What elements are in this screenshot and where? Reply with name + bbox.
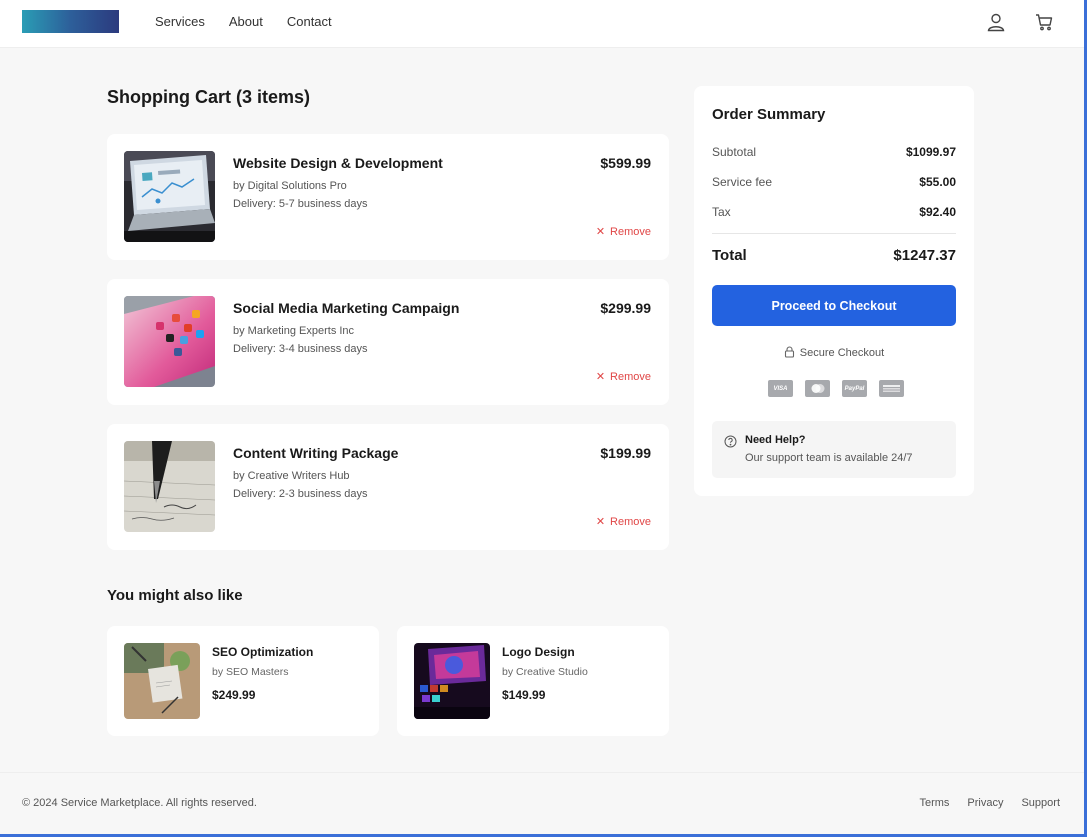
cart-item-price: $299.99 (600, 300, 651, 316)
summary-row-value: $1099.97 (905, 145, 956, 159)
summary-divider (712, 233, 956, 234)
close-icon: ✕ (595, 371, 606, 383)
total-value: $1247.37 (893, 247, 956, 264)
user-icon[interactable] (986, 12, 1006, 32)
seo-thumbnail (124, 643, 200, 719)
summary-total: Total $1247.37 (712, 247, 956, 264)
summary-row-subtotal: Subtotal $1099.97 (712, 145, 956, 159)
cart-item-name[interactable]: Content Writing Package (233, 445, 398, 461)
cart-item-vendor: by Creative Writers Hub (233, 470, 350, 482)
amex-icon (879, 380, 904, 397)
footer-links: Terms Privacy Support (919, 797, 1060, 809)
summary-row-value: $55.00 (919, 175, 956, 189)
help-title: Need Help? (745, 434, 806, 446)
cart-icon[interactable] (1034, 12, 1054, 32)
footer-terms-link[interactable]: Terms (919, 797, 949, 809)
site-footer: © 2024 Service Marketplace. All rights r… (0, 772, 1084, 834)
cart-title: Shopping Cart (3 items) (107, 87, 311, 107)
social-media-thumbnail[interactable] (124, 296, 215, 387)
logo-design-thumbnail (414, 643, 490, 719)
help-icon (724, 435, 737, 448)
suggestion-name: Logo Design (502, 645, 575, 659)
summary-row-value: $92.40 (919, 205, 956, 219)
cart-item-price: $599.99 (600, 155, 651, 171)
remove-label: Remove (610, 371, 651, 383)
payment-methods: VISA PayPal (768, 380, 904, 397)
help-box: Need Help? Our support team is available… (712, 421, 956, 478)
copyright-text: © 2024 Service Marketplace. All rights r… (22, 797, 257, 809)
content-writing-thumbnail[interactable] (124, 441, 215, 532)
footer-privacy-link[interactable]: Privacy (967, 797, 1003, 809)
summary-row-label: Subtotal (712, 145, 757, 159)
close-icon: ✕ (595, 226, 606, 238)
cart-item-delivery: Delivery: 5-7 business days (233, 198, 368, 210)
suggestion-price: $149.99 (502, 688, 546, 702)
secure-checkout-note: Secure Checkout (694, 346, 974, 359)
suggestion-vendor: by SEO Masters (212, 666, 289, 678)
summary-row-label: Service fee (712, 175, 773, 189)
cart-item-vendor: by Marketing Experts Inc (233, 325, 355, 337)
cart-item-vendor: by Digital Solutions Pro (233, 180, 347, 192)
brand-logo[interactable] (22, 10, 119, 33)
summary-row-label: Tax (712, 205, 731, 219)
cart-item-list: Website Design & Development by Digital … (107, 134, 669, 569)
proceed-to-checkout-button[interactable]: Proceed to Checkout (712, 285, 956, 326)
nav-services-link[interactable]: Services (155, 14, 205, 29)
visa-icon: VISA (768, 380, 793, 397)
cart-item-delivery: Delivery: 2-3 business days (233, 488, 368, 500)
nav-about-link[interactable]: About (229, 14, 263, 29)
close-icon: ✕ (595, 516, 606, 528)
summary-row-service-fee: Service fee $55.00 (712, 175, 956, 189)
remove-button[interactable]: ✕ Remove (596, 370, 651, 383)
paypal-icon: PayPal (842, 380, 867, 397)
total-label: Total (712, 247, 747, 264)
cart-item-price: $199.99 (600, 445, 651, 461)
nav-contact-link[interactable]: Contact (287, 14, 332, 29)
remove-label: Remove (610, 226, 651, 238)
main-nav: Services About Contact (155, 14, 332, 29)
lock-icon (784, 346, 794, 358)
summary-row-tax: Tax $92.40 (712, 205, 956, 219)
cart-item: Social Media Marketing Campaign by Marke… (107, 279, 669, 405)
website-design-thumbnail[interactable] (124, 151, 215, 242)
suggestion-card[interactable]: SEO Optimization by SEO Masters $249.99 (107, 626, 379, 736)
cart-item: Content Writing Package by Creative Writ… (107, 424, 669, 550)
remove-button[interactable]: ✕ Remove (596, 225, 651, 238)
suggestion-name: SEO Optimization (212, 645, 314, 659)
cart-item-name[interactable]: Website Design & Development (233, 155, 443, 171)
cart-item: Website Design & Development by Digital … (107, 134, 669, 260)
cart-item-delivery: Delivery: 3-4 business days (233, 343, 368, 355)
cart-item-name[interactable]: Social Media Marketing Campaign (233, 300, 459, 316)
footer-support-link[interactable]: Support (1021, 797, 1060, 809)
mastercard-icon (805, 380, 830, 397)
secure-checkout-label: Secure Checkout (799, 347, 885, 359)
help-text: Our support team is available 24/7 (745, 452, 913, 464)
suggestion-card[interactable]: Logo Design by Creative Studio $149.99 (397, 626, 669, 736)
suggestion-vendor: by Creative Studio (502, 666, 588, 678)
order-summary-panel: Order Summary Subtotal $1099.97 Service … (694, 86, 974, 496)
suggestions-title: You might also like (107, 587, 243, 604)
order-summary-title: Order Summary (712, 106, 826, 123)
suggestion-price: $249.99 (212, 688, 256, 702)
remove-button[interactable]: ✕ Remove (596, 515, 651, 528)
site-header: Services About Contact (0, 0, 1084, 48)
remove-label: Remove (610, 516, 651, 528)
